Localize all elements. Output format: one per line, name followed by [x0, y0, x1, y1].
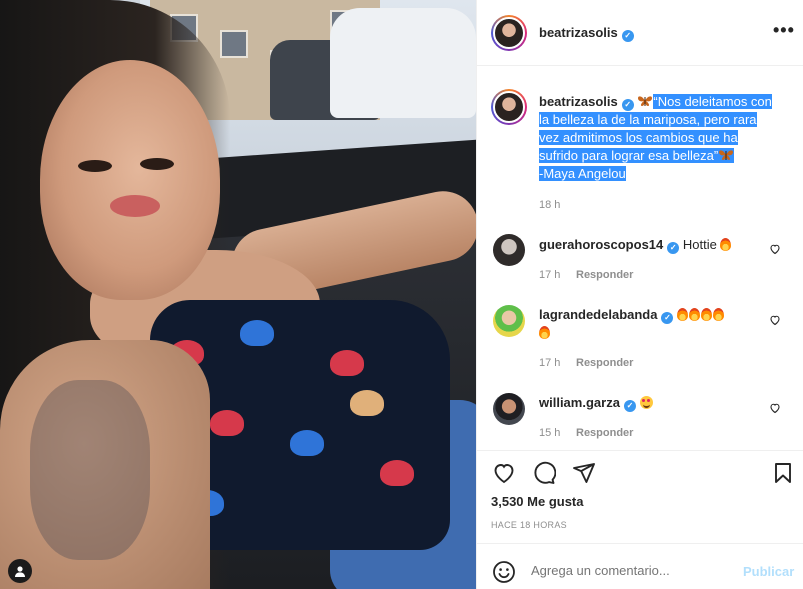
verified-badge-icon: ✓: [621, 99, 634, 111]
divider: [477, 543, 803, 544]
like-heart-icon[interactable]: [491, 460, 517, 486]
comment-like-heart-icon[interactable]: [769, 314, 781, 326]
post-viewer: beatrizasolis ✓ ••• beatrizasolis ✓ “Nos d…: [0, 0, 803, 589]
save-bookmark-icon[interactable]: [770, 460, 796, 486]
comment-bubble-icon[interactable]: [531, 460, 557, 486]
fire-emoji-icon: [689, 308, 701, 321]
author-username[interactable]: beatrizasolis ✓: [539, 25, 634, 42]
comment-2: lagrandedelabanda ✓: [539, 306, 749, 341]
fire-emoji-icon: [677, 308, 689, 321]
verified-badge-icon: ✓: [661, 311, 674, 324]
reply-link[interactable]: Responder: [576, 269, 633, 281]
comment-text: Hottie: [682, 237, 717, 252]
divider: [477, 450, 803, 451]
emoji-picker-icon[interactable]: [491, 559, 517, 585]
comment-avatar[interactable]: [493, 393, 525, 425]
author-avatar[interactable]: [491, 15, 527, 51]
fire-emoji-icon: [701, 308, 713, 321]
posted-time[interactable]: HACE 18 HORAS: [491, 520, 567, 530]
verified-badge-icon: ✓: [667, 241, 680, 254]
comment-1: gueraho​roscopos14 ✓ Hottie: [539, 236, 749, 254]
fire-emoji-icon: [539, 325, 550, 339]
comment-3: william.garza ✓: [539, 394, 749, 412]
fire-emoji-icon: [713, 308, 725, 321]
comment-timestamp[interactable]: 17 h: [539, 357, 560, 369]
caption-username[interactable]: beatrizasolis ✓: [539, 94, 634, 111]
reply-link[interactable]: Responder: [576, 357, 633, 369]
post-side-panel: beatrizasolis ✓ ••• beatrizasolis ✓ “Nos d…: [476, 0, 803, 589]
caption-timestamp[interactable]: 18 h: [539, 199, 560, 211]
heart-eyes-emoji-icon: [639, 396, 653, 409]
more-options-icon[interactable]: •••: [773, 20, 795, 41]
comment-timestamp[interactable]: 17 h: [539, 269, 560, 281]
butterfly-emoji-icon: [719, 150, 734, 160]
verified-badge-icon: ✓: [621, 29, 634, 42]
publish-button[interactable]: Publicar: [743, 564, 794, 579]
verified-badge-icon: ✓: [623, 399, 636, 412]
post-header: beatrizasolis ✓ •••: [477, 0, 803, 66]
comment-username[interactable]: lagrandedelabanda: [539, 307, 657, 322]
caption-avatar[interactable]: [491, 89, 527, 125]
fire-emoji-icon: [720, 238, 732, 251]
post-caption: beatrizasolis ✓ “Nos deleitamos con la be…: [539, 93, 779, 183]
comment-avatar[interactable]: [493, 234, 525, 266]
comment-input[interactable]: [531, 563, 731, 578]
author-username-text[interactable]: beatrizasolis: [539, 25, 618, 40]
comment-username[interactable]: william.garza: [539, 395, 620, 410]
tagged-user-icon[interactable]: [8, 559, 32, 583]
post-photo[interactable]: [0, 0, 476, 589]
share-send-icon[interactable]: [571, 460, 597, 486]
butterfly-emoji-icon: [638, 96, 653, 106]
comment-username[interactable]: gueraho​roscopos14: [539, 237, 663, 252]
caption-attribution: -Maya Angelou: [539, 166, 626, 181]
reply-link[interactable]: Responder: [576, 427, 633, 439]
comment-like-heart-icon[interactable]: [769, 243, 781, 255]
comment-timestamp[interactable]: 15 h: [539, 427, 560, 439]
comment-like-heart-icon[interactable]: [769, 402, 781, 414]
likes-count[interactable]: 3,530 Me gusta: [491, 494, 584, 509]
comment-avatar[interactable]: [493, 305, 525, 337]
